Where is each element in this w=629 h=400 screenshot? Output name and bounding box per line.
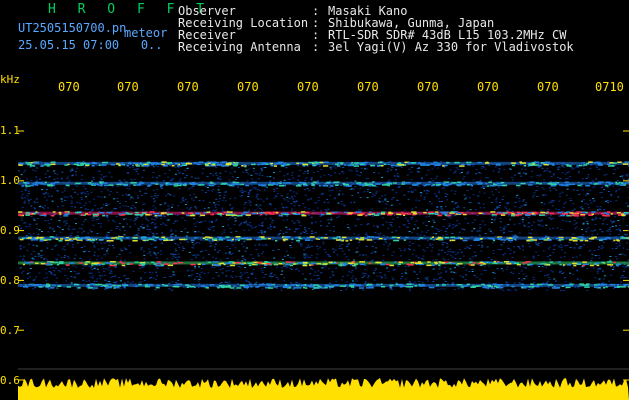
amplitude-strip — [18, 368, 629, 400]
date-time: 25.05.15 07:00 0.. — [18, 38, 163, 52]
y-tick-label: 0.6 — [0, 374, 20, 387]
x-tick-label: 070 — [477, 80, 499, 94]
noise-field — [18, 160, 629, 291]
signal-band — [18, 261, 629, 267]
signal-band — [18, 181, 629, 187]
y-tick-label: 0.7 — [0, 324, 20, 337]
y-tick-label: 1.1 — [0, 124, 20, 137]
x-tick-label: 070 — [58, 80, 80, 94]
x-tick-label: 070 — [297, 80, 319, 94]
file-name: UT2505150700.pn — [18, 21, 127, 35]
x-tick-label: 070 — [417, 80, 439, 94]
y-tick-label: 0.8 — [0, 274, 20, 287]
y-axis-unit: kHz — [0, 73, 20, 86]
y-tick-label: 1.0 — [0, 174, 20, 187]
field-value-antenna: 3el Yagi(V) Az 330 for Vladivostok — [328, 40, 574, 54]
x-tick-label: 070 — [177, 80, 199, 94]
signal-band — [18, 161, 629, 167]
x-tick-label: 070 — [357, 80, 379, 94]
signal-band — [18, 283, 629, 289]
x-tick-label: 070 — [117, 80, 139, 94]
field-label-antenna: Receiving Antenna — [178, 40, 301, 54]
spectrogram-plot — [18, 130, 629, 400]
x-tick-label: 070 — [237, 80, 259, 94]
signal-band — [18, 211, 629, 217]
x-tick-label: 0710 — [595, 80, 624, 94]
y-tick-label: 0.9 — [0, 224, 20, 237]
signal-band — [18, 236, 629, 242]
field-colon: : — [312, 40, 320, 54]
x-tick-label: 070 — [537, 80, 559, 94]
